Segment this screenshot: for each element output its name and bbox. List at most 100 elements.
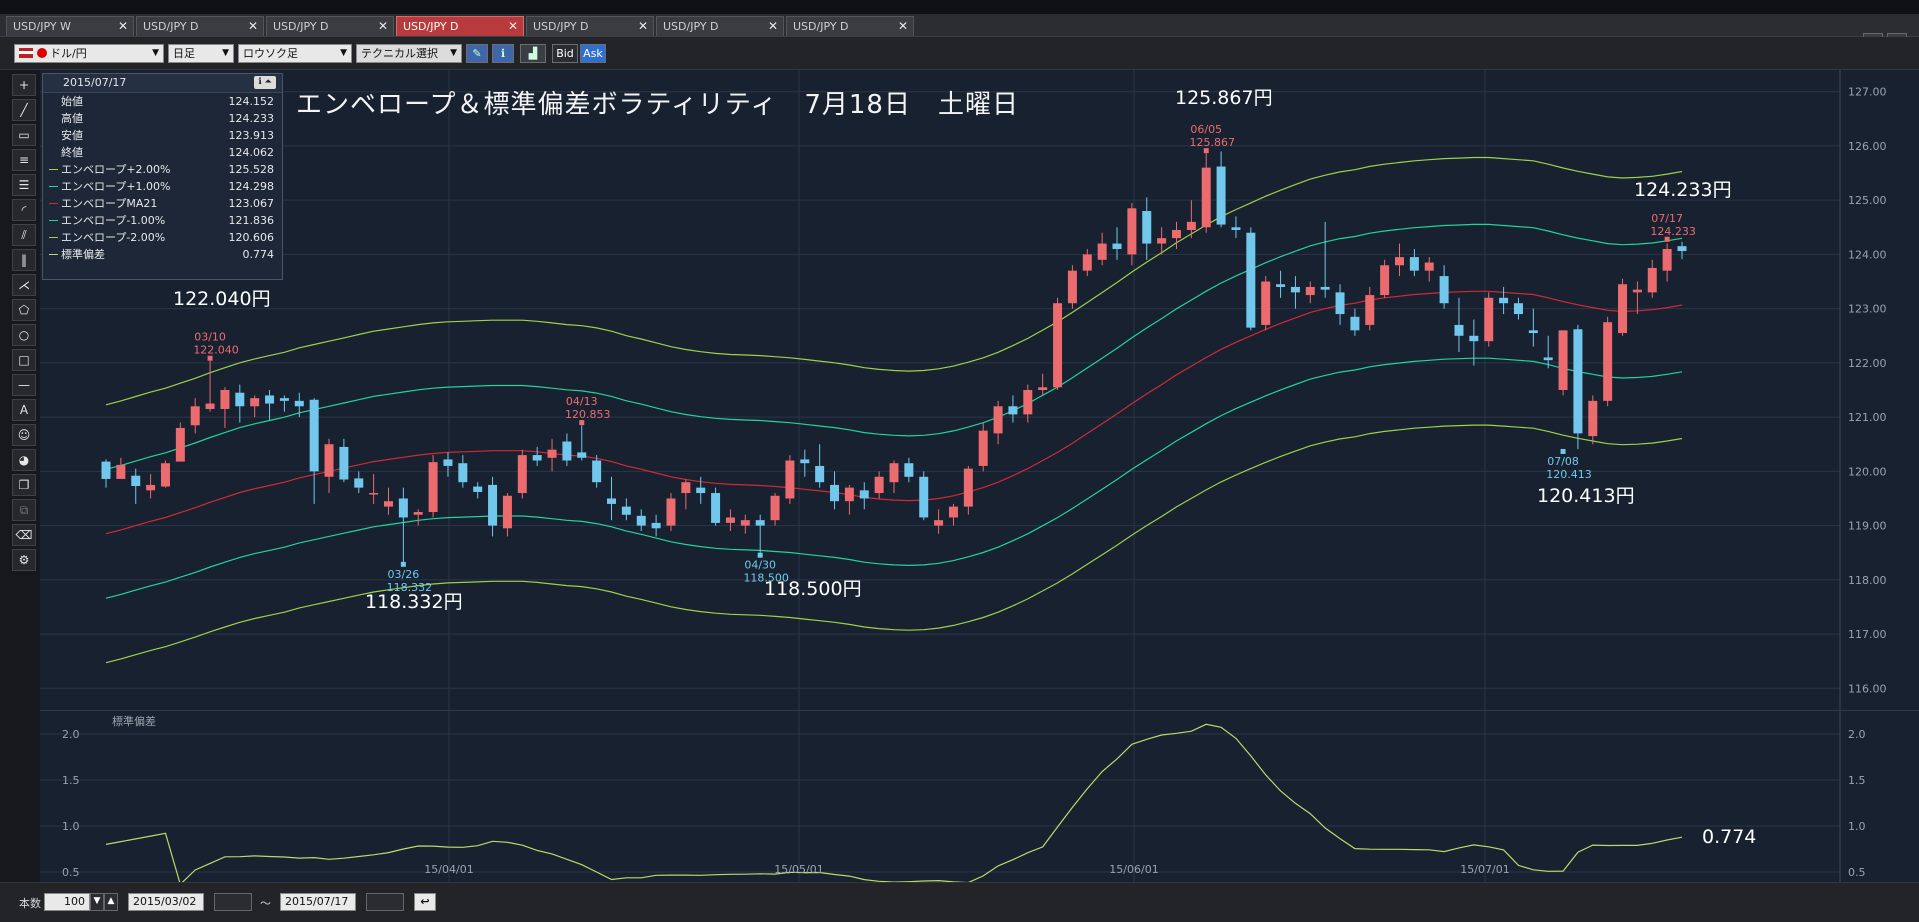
- technical-select[interactable]: テクニカル選択 ▼: [356, 44, 462, 63]
- chevron-down-icon: ▼: [152, 48, 159, 58]
- candle-up: [547, 449, 557, 458]
- candle-up: [1380, 265, 1390, 296]
- tab-1[interactable]: USD/JPY D ✕: [136, 16, 264, 36]
- layers-icon[interactable]: ⧉: [12, 499, 36, 521]
- magnet-icon[interactable]: ◕: [12, 449, 36, 471]
- row-value: 123.067: [228, 197, 275, 210]
- stepper-up-icon[interactable]: ▲: [104, 893, 118, 911]
- ask-button[interactable]: Ask: [580, 44, 606, 63]
- bid-label: Bid: [556, 47, 574, 60]
- candle-down: [1112, 243, 1122, 249]
- candle-down: [354, 478, 364, 488]
- close-icon[interactable]: ✕: [118, 17, 128, 36]
- circle-icon[interactable]: ○: [12, 324, 36, 346]
- sub-tick-label-left: 0.5: [62, 866, 80, 879]
- candle-down: [1320, 286, 1330, 290]
- close-icon[interactable]: ✕: [508, 17, 518, 36]
- currency-pair-select[interactable]: ドル/円 ▼: [14, 44, 164, 63]
- horizontal-lines-icon[interactable]: ≡: [12, 149, 36, 171]
- pentagon-icon[interactable]: ⬠: [12, 299, 36, 321]
- flag-icon: [19, 48, 33, 58]
- settings-tool-icon[interactable]: ⚙: [12, 549, 36, 571]
- ruler-icon[interactable]: ▭: [12, 124, 36, 146]
- candle-up: [369, 493, 379, 495]
- candle-up: [1484, 297, 1494, 342]
- eraser-icon[interactable]: ⌫: [12, 524, 36, 546]
- candle-down: [562, 441, 572, 461]
- tab-3-active[interactable]: USD/JPY D ✕: [396, 16, 524, 36]
- info-toggle-icon[interactable]: ℹ ⏶: [254, 76, 276, 89]
- candle-up: [428, 462, 438, 513]
- stepper-down-icon[interactable]: ▼: [90, 893, 104, 911]
- tab-2[interactable]: USD/JPY D ✕: [266, 16, 394, 36]
- end-date-input[interactable]: 2015/07/17: [280, 893, 356, 911]
- copy-icon[interactable]: ❐: [12, 474, 36, 496]
- data-window: 2015/07/17 ℹ ⏶ 始値 124.152 高値 124.233 安値 123…: [42, 73, 283, 280]
- info-icon[interactable]: ℹ: [492, 44, 514, 63]
- extreme-price-label: 120.853: [565, 408, 611, 421]
- candle-down: [235, 392, 245, 407]
- chart-type-select[interactable]: ロウソク足 ▼: [238, 44, 352, 63]
- crosshair-icon[interactable]: +: [12, 74, 36, 96]
- tab-6[interactable]: USD/JPY D ✕: [786, 16, 914, 36]
- ohlc-low-row: 安値 123.913: [43, 127, 282, 144]
- tab-5[interactable]: USD/JPY D ✕: [656, 16, 784, 36]
- candle-down: [755, 520, 765, 526]
- stddev-chart[interactable]: 2.0 2.0 1.5 1.5 1.0 1.0 0.5 0.5 標準偏差 15/04/01 15/0…: [40, 710, 1919, 886]
- tab-0[interactable]: USD/JPY W ✕: [6, 16, 134, 36]
- candle-down: [651, 522, 661, 529]
- candle-down: [577, 452, 587, 458]
- candle-down: [592, 460, 602, 483]
- close-icon[interactable]: ✕: [248, 17, 258, 36]
- row-value: 120.606: [228, 231, 275, 244]
- row-value: 124.152: [228, 95, 275, 108]
- horizontal-line-icon[interactable]: —: [12, 374, 36, 396]
- candle-down: [398, 498, 408, 518]
- legend-swatch: [49, 220, 58, 221]
- candle-up: [383, 501, 393, 507]
- candle-down: [1469, 335, 1479, 342]
- close-icon[interactable]: ✕: [638, 17, 648, 36]
- close-icon[interactable]: ✕: [378, 17, 388, 36]
- period-select[interactable]: 日足 ▼: [168, 44, 234, 63]
- tab-label: USD/JPY D: [143, 20, 199, 33]
- bid-button[interactable]: Bid: [552, 44, 578, 63]
- candle-up: [1603, 322, 1613, 401]
- chevron-down-icon: ▼: [340, 48, 347, 58]
- price-tick-label: 122.00: [1848, 357, 1887, 370]
- candle-up: [948, 506, 958, 518]
- count-input[interactable]: 100: [44, 893, 90, 911]
- start-date-input[interactable]: 2015/03/02: [128, 893, 204, 911]
- draw-pen-icon[interactable]: ✎: [466, 44, 488, 63]
- data-window-date: 2015/07/17: [63, 76, 127, 89]
- candle-up: [160, 463, 170, 487]
- close-icon[interactable]: ✕: [898, 17, 908, 36]
- fibonacci-icon[interactable]: ☰: [12, 174, 36, 196]
- channel-icon[interactable]: ⫽: [12, 224, 36, 246]
- vertical-lines-icon[interactable]: ‖: [12, 249, 36, 271]
- chart-style-icon[interactable]: ▟: [520, 44, 546, 63]
- date-tick-label: 15/04/01: [424, 863, 473, 876]
- price-chart[interactable]: 127.00 126.00 125.00 124.00 123.00 122.00 121.…: [40, 70, 1919, 710]
- fan-icon[interactable]: ◜: [12, 199, 36, 221]
- candle-down: [1454, 324, 1464, 336]
- pitchfork-icon[interactable]: ⋌: [12, 274, 36, 296]
- stddev-line: [105, 723, 1683, 886]
- candle-up: [1023, 390, 1033, 415]
- refresh-icon[interactable]: ↩: [414, 893, 436, 911]
- text-icon[interactable]: A: [12, 399, 36, 421]
- candle-down: [607, 498, 617, 504]
- candle-up: [116, 464, 126, 479]
- price-tick-label: 126.00: [1848, 140, 1887, 153]
- sub-tick-label-right: 0.5: [1848, 866, 1866, 879]
- tab-4[interactable]: USD/JPY D ✕: [526, 16, 654, 36]
- trendline-icon[interactable]: ╱: [12, 99, 36, 121]
- candle-up: [1305, 286, 1315, 296]
- end-time-input[interactable]: [366, 893, 404, 911]
- price-tick-label: 116.00: [1848, 682, 1887, 695]
- emoji-icon[interactable]: ☺: [12, 424, 36, 446]
- close-icon[interactable]: ✕: [768, 17, 778, 36]
- start-time-input[interactable]: [214, 893, 252, 911]
- row-value: 124.062: [228, 146, 275, 159]
- rectangle-icon[interactable]: □: [12, 349, 36, 371]
